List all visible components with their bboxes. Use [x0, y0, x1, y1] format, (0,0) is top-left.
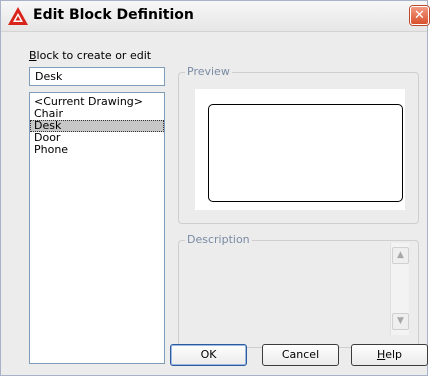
preview-group: Preview — [178, 65, 419, 224]
block-list[interactable]: <Current Drawing> Chair Desk Door Phone — [29, 92, 165, 364]
block-label-rest: lock to create or edit — [36, 49, 152, 62]
edit-block-definition-dialog: Edit Block Definition ✕ Block to create … — [0, 0, 429, 376]
help-label-rest: elp — [385, 348, 403, 361]
block-name-input[interactable]: Desk — [29, 67, 165, 86]
autocad-logo-icon — [8, 7, 28, 25]
description-scrollbar[interactable]: ▲ ▼ — [390, 243, 409, 335]
block-label-accelerator: B — [29, 49, 37, 62]
close-button[interactable]: ✕ — [410, 6, 429, 25]
scroll-up-arrow-icon[interactable]: ▲ — [392, 247, 409, 264]
help-button[interactable]: Help — [351, 344, 428, 366]
window-title: Edit Block Definition — [33, 7, 194, 23]
preview-canvas — [195, 89, 405, 210]
block-preview-rectangle — [208, 104, 403, 202]
description-legend: Description — [185, 233, 252, 246]
description-group: Description — [178, 233, 419, 348]
block-name-label: Block to create or edit — [29, 49, 151, 62]
cancel-button[interactable]: Cancel — [262, 344, 339, 366]
scroll-down-arrow-icon[interactable]: ▼ — [392, 313, 409, 330]
ok-button[interactable]: OK — [170, 344, 247, 366]
close-icon: ✕ — [414, 8, 425, 23]
title-bar[interactable]: Edit Block Definition ✕ — [1, 1, 429, 32]
description-textbox[interactable] — [183, 249, 414, 345]
preview-legend: Preview — [185, 65, 232, 78]
dialog-body: Block to create or edit Desk <Current Dr… — [1, 32, 428, 375]
help-accelerator: H — [376, 348, 386, 361]
list-item[interactable]: Phone — [30, 144, 164, 156]
